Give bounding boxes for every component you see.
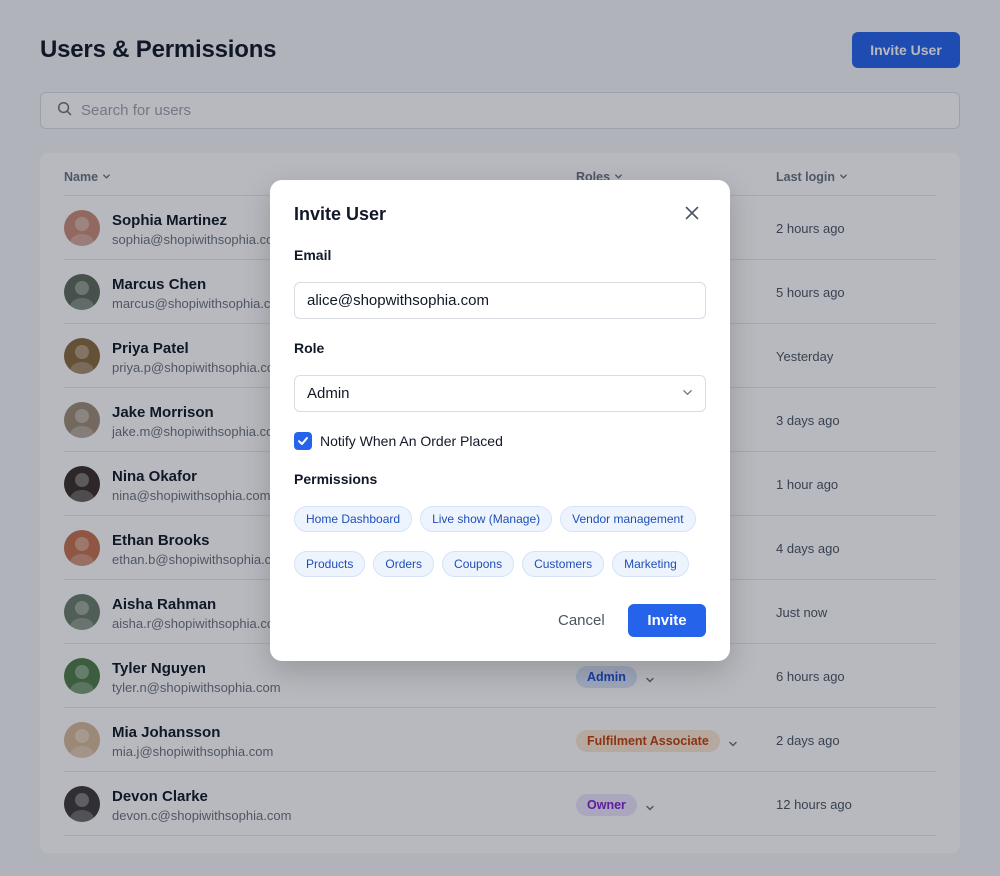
permissions-label: Permissions [294, 471, 378, 487]
email-label: Email [294, 247, 332, 263]
email-field[interactable] [294, 282, 706, 319]
permission-chip[interactable]: Coupons [442, 551, 515, 577]
invite-user-modal: Invite User Email Role Admin Notify When… [270, 180, 730, 661]
close-icon [685, 206, 699, 223]
notify-checkbox[interactable] [294, 432, 312, 450]
modal-title: Invite User [294, 204, 387, 224]
role-label: Role [294, 340, 325, 356]
permission-chip[interactable]: Live show (Manage) [420, 506, 553, 532]
permissions-row: Home Dashboard Live show (Manage) Vendor m… [294, 506, 696, 532]
permission-chip[interactable]: Products [294, 551, 366, 577]
notify-option[interactable]: Notify When An Order Placed [294, 432, 503, 450]
permission-chip[interactable]: Customers [522, 551, 605, 577]
chevron-down-icon [682, 385, 693, 403]
invite-button[interactable]: Invite [628, 604, 706, 637]
notify-label: Notify When An Order Placed [320, 433, 503, 449]
check-icon [298, 437, 308, 445]
role-select[interactable]: Admin [294, 375, 706, 412]
permission-chip[interactable]: Home Dashboard [294, 506, 413, 532]
close-button[interactable] [684, 206, 700, 222]
permission-chip[interactable]: Marketing [612, 551, 689, 577]
permission-chip[interactable]: Orders [373, 551, 435, 577]
cancel-button[interactable]: Cancel [558, 604, 605, 636]
permission-chip[interactable]: Vendor management [560, 506, 696, 532]
role-select-value: Admin [307, 385, 350, 402]
permissions-row: Products Orders Coupons Customers Marketing [294, 551, 689, 577]
